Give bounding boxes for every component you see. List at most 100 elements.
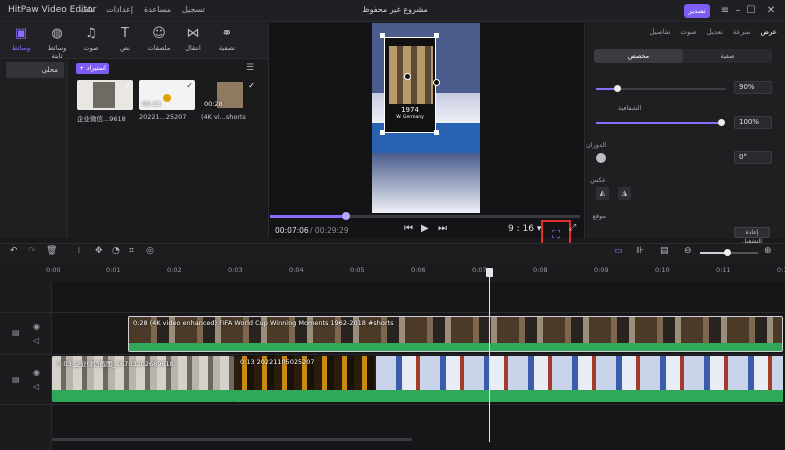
mask-icon[interactable]: ◎ (146, 246, 154, 256)
media-thumb-3[interactable]: 00:28 ✓ (201, 80, 257, 110)
list-view-icon[interactable]: ☰ (246, 63, 254, 73)
project-name: مشروع غير محفوظ (362, 5, 428, 14)
export-button[interactable]: تصدير (684, 4, 710, 18)
aspect-ratio-select[interactable]: 9 : 16 ▾ (508, 224, 541, 234)
scale-slider[interactable] (618, 88, 726, 90)
media-source-list: محلي (0, 60, 68, 238)
crop-handle[interactable] (434, 130, 439, 135)
crop-handle[interactable] (404, 73, 411, 80)
opacity-slider[interactable] (596, 122, 722, 124)
playhead[interactable] (489, 270, 490, 442)
tab-display[interactable]: عرض (760, 23, 777, 41)
source-local[interactable]: محلي (6, 62, 64, 78)
speed-icon[interactable]: ◔ (112, 246, 120, 256)
volume-icon[interactable]: ◁ (33, 336, 39, 345)
menu-icon[interactable]: ≡ (718, 4, 732, 18)
crop-tool-icon[interactable]: ⌗ (129, 246, 134, 256)
timeline-clip-fifa[interactable]: 0:28 (4K video enhanced) FIFA World Cup … (128, 316, 783, 352)
scale-value[interactable]: 90% (734, 81, 772, 94)
crop-icon: ⛶ (552, 228, 560, 241)
visibility-icon[interactable]: ◉ (33, 322, 40, 331)
tab-speed[interactable]: سرعة (733, 23, 751, 41)
menu-file[interactable]: ملف (80, 5, 95, 14)
video-track-icon: ▤ (12, 328, 20, 337)
ruler-tick: 0:03 (228, 266, 243, 274)
total-time: / 00:29:29 (310, 226, 349, 235)
opacity-value[interactable]: 100% (734, 116, 772, 129)
playhead-handle[interactable] (486, 268, 493, 277)
close-icon[interactable]: ✕ (764, 4, 778, 18)
opacity-slider-knob[interactable] (718, 119, 725, 126)
rotate-value[interactable]: 0° (734, 151, 772, 164)
tool-stock[interactable]: ◍ وسائط ثابتة (42, 26, 72, 60)
split-icon[interactable]: ⧘ (78, 246, 80, 256)
preview-canvas[interactable]: 1974 W. Germany (372, 23, 480, 213)
align-icon[interactable]: ⊪ (636, 246, 644, 256)
tab-details[interactable]: تفاصيل (649, 23, 670, 41)
crop-handle[interactable] (380, 130, 385, 135)
audio-waveform (234, 390, 783, 402)
crop-handle[interactable] (433, 79, 440, 86)
play-icon[interactable]: ▶ (421, 223, 429, 234)
crop-handle[interactable] (434, 33, 439, 38)
minimize-icon[interactable]: – (731, 4, 745, 18)
media-caption-1: 企业微信...9618 (77, 115, 126, 123)
tool-stickers[interactable]: ☺ ملصقات (144, 26, 174, 58)
media-thumb-1[interactable]: ✓ (77, 80, 133, 110)
zoom-slider-knob[interactable] (724, 249, 731, 256)
flip-horizontal-icon[interactable]: ◭ (596, 187, 609, 200)
track-headers (0, 282, 52, 450)
tab-edit[interactable]: تعديل (707, 23, 723, 41)
tool-media[interactable]: ▣ وسائط (6, 26, 36, 58)
sticker-icon: ☺ (152, 26, 166, 41)
redo-icon[interactable]: ↷ (28, 246, 36, 256)
menu-settings[interactable]: إعدادات (106, 5, 133, 14)
tool-filter[interactable]: ⚭ تصفية (212, 26, 242, 58)
undo-icon[interactable]: ↶ (10, 246, 18, 256)
audio-waveform (129, 343, 782, 351)
timeline-clip-screenshot[interactable]: 0:03 企业微信截图_16703202689618 (52, 356, 234, 402)
snap-icon[interactable]: ▭ (614, 246, 623, 256)
visibility-icon[interactable]: ◉ (33, 368, 40, 377)
media-caption-3: (4K vi...shorts (201, 113, 246, 121)
delete-icon[interactable]: 🗑 (46, 246, 57, 256)
ruler-tick: 0:02 (167, 266, 182, 274)
flip-vertical-icon[interactable]: ◮ (618, 187, 631, 200)
media-thumb-2[interactable]: 00:13 ✓ (139, 80, 195, 110)
ruler-tick: 0:12 (777, 266, 785, 274)
tool-transition[interactable]: ⋈ انتقال (178, 26, 208, 58)
tool-text[interactable]: T نص (110, 26, 140, 58)
timeline-clip-20221105[interactable]: 0:13 20221105025207 (234, 356, 783, 402)
thumb-image (163, 94, 171, 102)
next-frame-icon[interactable]: ⏭ (438, 223, 447, 234)
tab-audio[interactable]: صوت (680, 23, 696, 41)
maximize-icon[interactable]: ☐ (744, 4, 758, 18)
fullscreen-icon[interactable]: ⤢ (569, 223, 576, 233)
flip-label: عكس (590, 176, 606, 184)
reset-button[interactable]: إعادة التشغيل (734, 227, 770, 245)
menu-help[interactable]: مساعدة (144, 5, 171, 14)
thumb-image (93, 82, 115, 108)
properties-tabs: تفاصيل صوت تعديل سرعة عرض (586, 23, 785, 41)
tool-audio[interactable]: ♫ صوت (76, 26, 106, 58)
mode-custom[interactable]: مخصص (594, 49, 683, 63)
menu-register[interactable]: تسجيل (182, 5, 205, 14)
rotate-dial-icon[interactable] (596, 153, 606, 163)
crop-handle[interactable] (380, 33, 385, 38)
prev-frame-icon[interactable]: ⏮ (404, 223, 413, 234)
crop-box[interactable]: 1974 W. Germany (384, 37, 436, 133)
mode-basic[interactable]: صفية (683, 49, 772, 63)
volume-icon[interactable]: ◁ (33, 382, 39, 391)
zoom-in-icon[interactable]: ⊕ (764, 246, 772, 256)
timeline-scrollbar[interactable] (52, 438, 412, 441)
scale-slider-knob[interactable] (614, 85, 621, 92)
preview-progress-knob[interactable] (342, 212, 350, 220)
move-icon[interactable]: ✥ (95, 246, 103, 256)
video-track-icon: ▤ (12, 375, 20, 384)
mode-segmented-control: مخصص صفية (594, 49, 772, 63)
caption-icon[interactable]: ▤ (660, 246, 669, 256)
zoom-out-icon[interactable]: ⊖ (684, 246, 692, 256)
rotate-label: الدوران (586, 141, 607, 149)
import-button[interactable]: + استيراد (76, 63, 109, 74)
ruler-tick: 0:00 (46, 266, 61, 274)
